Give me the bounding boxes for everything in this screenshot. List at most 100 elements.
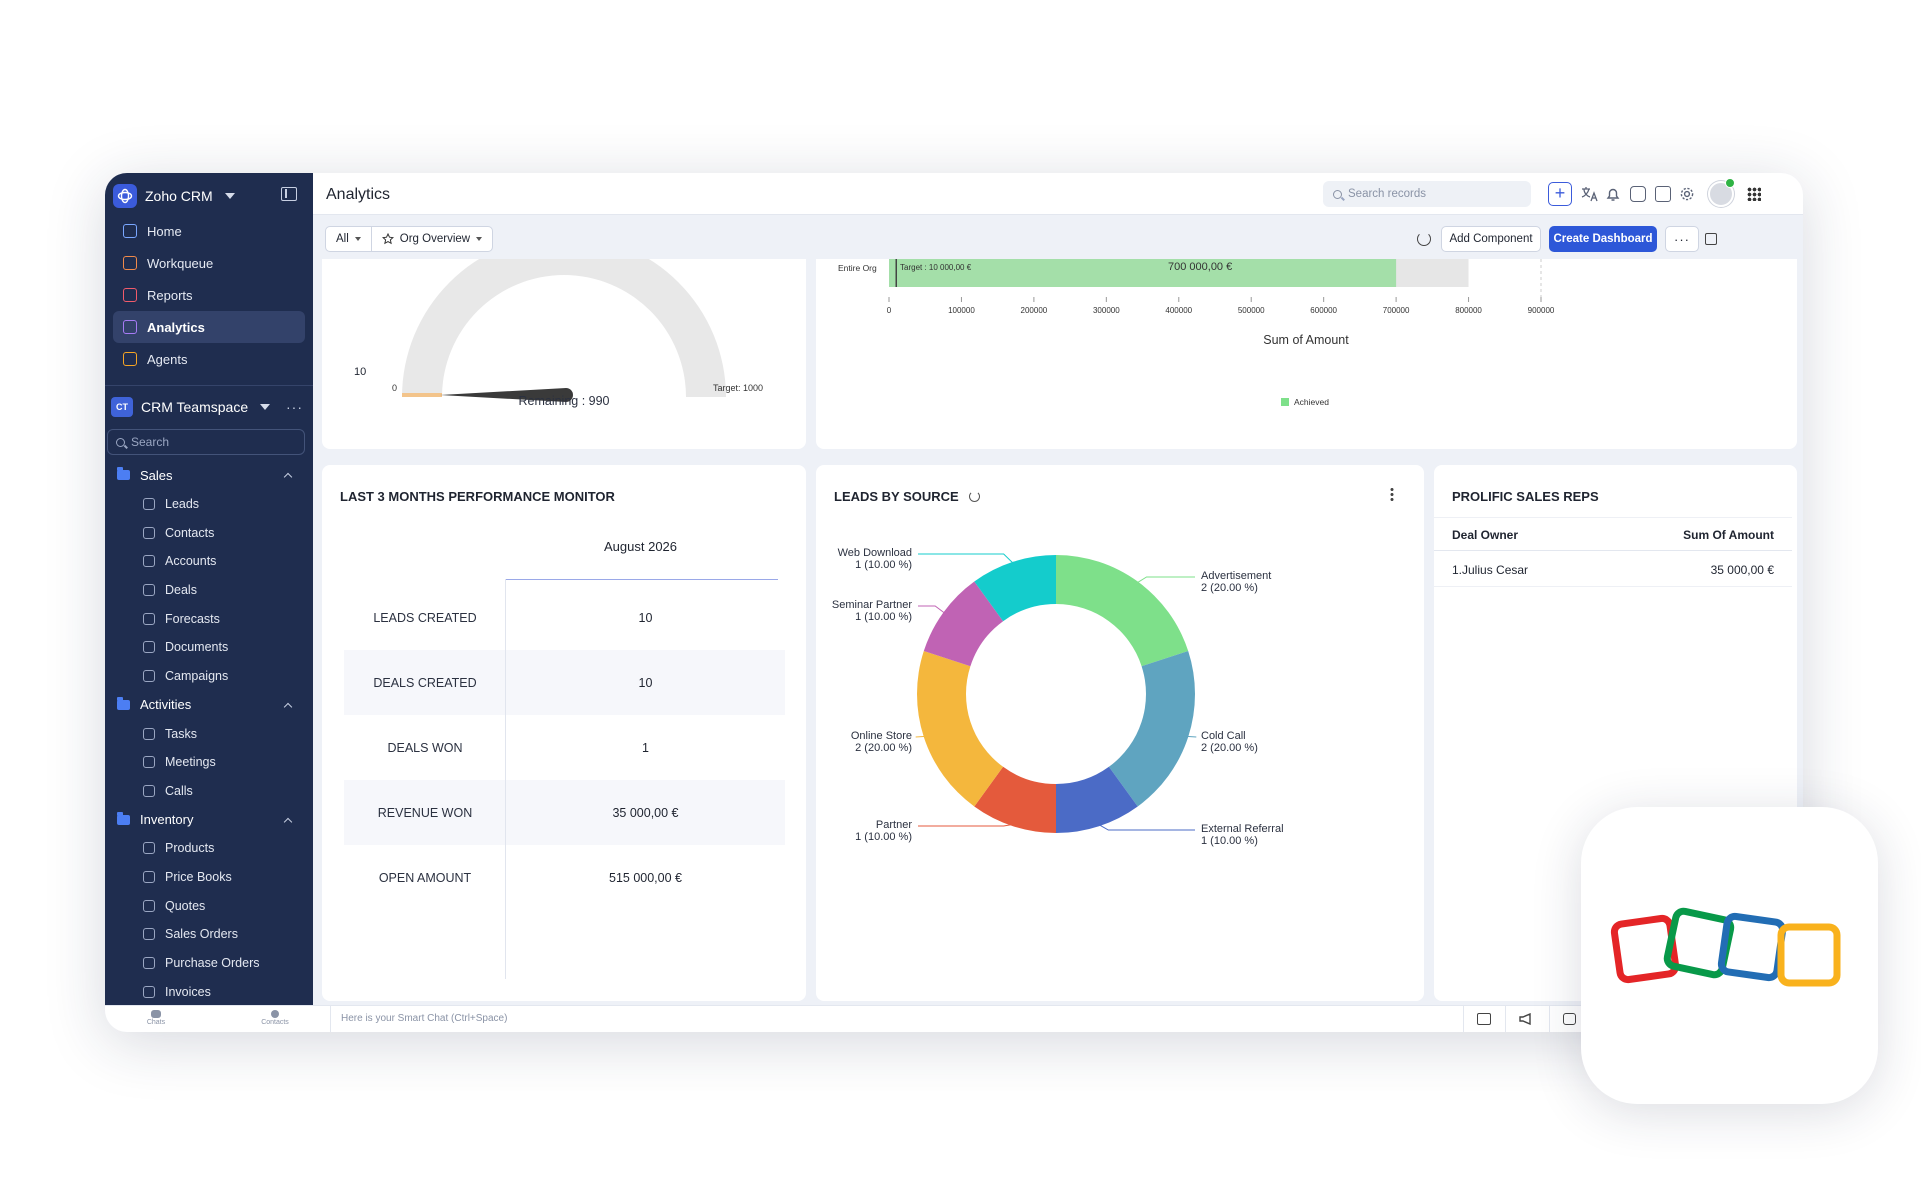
teamspace-more-button[interactable]: ··· bbox=[286, 399, 303, 415]
sidebar-item-analytics[interactable]: Analytics bbox=[113, 311, 305, 343]
search-icon bbox=[116, 437, 125, 447]
slice-name: Cold Call bbox=[1201, 730, 1246, 742]
notes-icon[interactable] bbox=[1477, 1013, 1491, 1025]
leader-line bbox=[915, 735, 926, 738]
sidebar-item-sales-orders[interactable]: Sales Orders bbox=[105, 920, 313, 949]
target-bar-chart bbox=[888, 259, 1542, 302]
sidebar-item-products[interactable]: Products bbox=[105, 834, 313, 863]
marketplace-icon[interactable] bbox=[1655, 186, 1671, 202]
sidebar-group-inventory[interactable]: Inventory bbox=[105, 805, 313, 834]
quotes-icon bbox=[143, 899, 155, 912]
sidebar-item-price-books[interactable]: Price Books bbox=[105, 863, 313, 892]
leader-line bbox=[1186, 735, 1197, 738]
sidebar-item-workqueue[interactable]: Workqueue bbox=[113, 247, 305, 279]
home-icon bbox=[123, 224, 137, 238]
folder-icon bbox=[117, 811, 130, 825]
donut-slice-online-store[interactable] bbox=[917, 651, 1004, 807]
table-row[interactable]: 1.Julius Cesar 35 000,00 € bbox=[1434, 551, 1792, 587]
sidebar-group-sales[interactable]: Sales bbox=[105, 461, 313, 490]
sidebar-item-purchase-orders[interactable]: Purchase Orders bbox=[105, 949, 313, 978]
refresh-icon[interactable] bbox=[1417, 232, 1431, 246]
x-tick-label: 100000 bbox=[948, 306, 975, 315]
chats-tab[interactable]: Chats bbox=[141, 1008, 171, 1026]
sidebar-item-campaigns[interactable]: Campaigns bbox=[105, 662, 313, 691]
sidebar-search-placeholder: Search bbox=[131, 435, 170, 449]
create-new-button[interactable]: + bbox=[1548, 182, 1572, 206]
sidebar-item-meetings[interactable]: Meetings bbox=[105, 748, 313, 777]
sidebar-item-home[interactable]: Home bbox=[113, 215, 305, 247]
chat-icon bbox=[151, 1010, 161, 1018]
add-component-button[interactable]: Add Component bbox=[1441, 226, 1541, 252]
slice-value: 1 (10.00 %) bbox=[855, 831, 912, 843]
calendar-icon[interactable] bbox=[1630, 186, 1646, 202]
contacts-icon bbox=[143, 526, 155, 539]
donut-slice-advertisement[interactable] bbox=[1056, 555, 1189, 667]
donut-label: Seminar Partner 1 (10.00 %) bbox=[832, 599, 912, 623]
create-dashboard-button[interactable]: Create Dashboard bbox=[1549, 226, 1657, 252]
donut-label: Advertisement 2 (20.00 %) bbox=[1201, 570, 1271, 594]
legend-swatch bbox=[1281, 398, 1289, 406]
sidebar-item-forecasts[interactable]: Forecasts bbox=[105, 604, 313, 633]
donut-slice-cold-call[interactable] bbox=[1108, 651, 1195, 807]
target-text: Target : 10 000,00 € bbox=[900, 263, 972, 272]
chevron-up-icon[interactable] bbox=[283, 473, 293, 482]
signals-icon[interactable] bbox=[1563, 1013, 1576, 1025]
deal-owner-cell: 1.Julius Cesar bbox=[1452, 563, 1529, 577]
contacts-tab[interactable]: Contacts bbox=[255, 1008, 295, 1026]
metric-label: DEALS WON bbox=[387, 740, 463, 755]
campaigns-icon bbox=[143, 670, 155, 683]
chevron-down-icon bbox=[476, 237, 483, 241]
column-header-owner[interactable]: Deal Owner bbox=[1452, 528, 1518, 542]
sidebar-item-deals[interactable]: Deals bbox=[105, 576, 313, 605]
apps-grid-icon[interactable] bbox=[1747, 187, 1761, 201]
sidebar-collapse-icon[interactable] bbox=[281, 187, 297, 201]
sidebar-item-label: Purchase Orders bbox=[165, 956, 260, 971]
table-row: DEALS WON 1 bbox=[344, 715, 785, 780]
folder-icon bbox=[117, 696, 130, 710]
chevron-down-icon bbox=[260, 404, 271, 410]
notification-badge bbox=[1725, 178, 1735, 188]
sidebar-item-leads[interactable]: Leads bbox=[105, 490, 313, 519]
translate-icon[interactable] bbox=[1581, 186, 1598, 202]
sidebar-search-input[interactable]: Search bbox=[107, 429, 305, 455]
slice-value: 2 (20.00 %) bbox=[855, 742, 912, 754]
clone-icon[interactable] bbox=[1705, 233, 1717, 245]
scope-dropdown[interactable]: All bbox=[326, 227, 371, 251]
chevron-up-icon[interactable] bbox=[283, 702, 293, 712]
smart-chat-input[interactable]: Here is your Smart Chat (Ctrl+Space) bbox=[341, 1013, 507, 1024]
slice-value: 1 (10.00 %) bbox=[855, 611, 912, 623]
brand-switcher[interactable]: Zoho CRM bbox=[113, 183, 235, 209]
x-tick-label: 500000 bbox=[1237, 306, 1265, 315]
search-records-input[interactable]: Search records bbox=[1323, 181, 1531, 207]
sidebar-item-tasks[interactable]: Tasks bbox=[105, 719, 313, 748]
sidebar-item-agents[interactable]: Agents bbox=[113, 343, 305, 375]
teamspace-switcher[interactable]: CT CRM Teamspace ··· bbox=[111, 395, 307, 419]
dashboard-view-dropdown[interactable]: Org Overview bbox=[370, 227, 492, 251]
sidebar-item-contacts[interactable]: Contacts bbox=[105, 518, 313, 547]
sidebar-item-label: Forecasts bbox=[165, 611, 220, 626]
sidebar-item-invoices[interactable]: Invoices bbox=[105, 977, 313, 1006]
more-options-button[interactable]: ··· bbox=[1665, 226, 1699, 252]
sidebar-item-reports[interactable]: Reports bbox=[113, 279, 305, 311]
chevron-up-icon[interactable] bbox=[283, 817, 293, 826]
calls-icon bbox=[143, 784, 155, 797]
leader-line bbox=[918, 553, 1015, 565]
chevron-down-icon bbox=[354, 237, 361, 241]
leads-icon bbox=[143, 498, 155, 511]
dashboard-view-label: Org Overview bbox=[399, 233, 471, 245]
megaphone-icon[interactable] bbox=[1519, 1012, 1535, 1028]
sidebar-item-documents[interactable]: Documents bbox=[105, 633, 313, 662]
bell-icon[interactable] bbox=[1605, 186, 1621, 202]
gauge-track bbox=[402, 259, 726, 397]
sidebar-group-activities[interactable]: Activities bbox=[105, 691, 313, 720]
search-records-placeholder: Search records bbox=[1348, 188, 1426, 200]
column-header-amount[interactable]: Sum Of Amount bbox=[1683, 528, 1774, 542]
search-icon bbox=[1333, 189, 1342, 199]
sidebar-item-calls[interactable]: Calls bbox=[105, 777, 313, 806]
tasks-icon bbox=[143, 727, 155, 740]
gear-icon[interactable] bbox=[1679, 186, 1695, 202]
brand-name: Zoho CRM bbox=[145, 188, 213, 204]
sidebar-item-label: Tasks bbox=[165, 726, 197, 741]
sidebar-item-quotes[interactable]: Quotes bbox=[105, 891, 313, 920]
sidebar-item-accounts[interactable]: Accounts bbox=[105, 547, 313, 576]
